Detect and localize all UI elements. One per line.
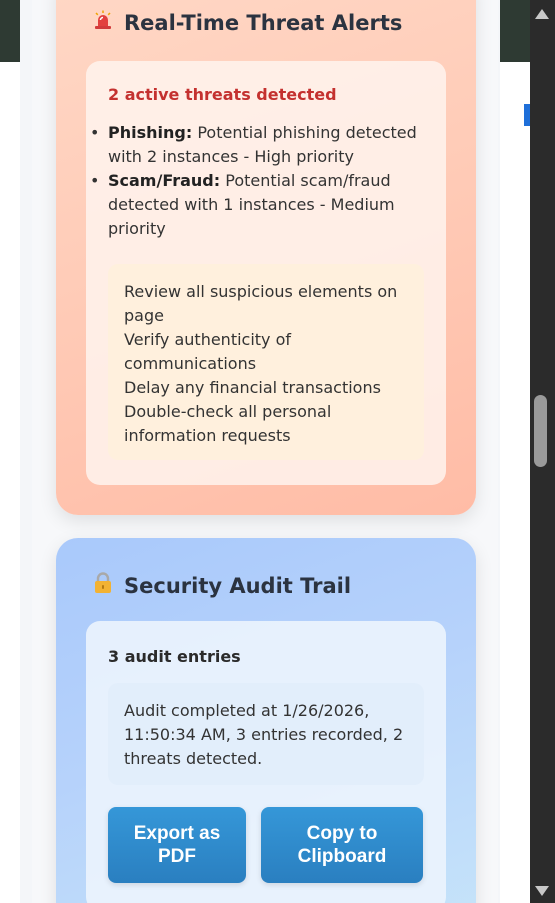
recommendation-item: Verify authenticity of communications xyxy=(124,330,292,373)
threat-item: • Phishing: Potential phishing detected … xyxy=(90,121,424,169)
audit-summary: Audit completed at 1/26/2026, 11:50:34 A… xyxy=(108,683,424,785)
threat-type: Scam/Fraud: xyxy=(108,171,221,190)
threat-item: • Scam/Fraud: Potential scam/fraud detec… xyxy=(90,169,424,241)
threat-list: • Phishing: Potential phishing detected … xyxy=(90,121,424,241)
recommendation-item: Delay any financial transactions xyxy=(124,378,381,397)
threat-count: 2 active threats detected xyxy=(108,85,337,104)
copy-clipboard-button[interactable]: Copy to Clipboard xyxy=(261,807,423,883)
recommendation-item: Review all suspicious elements on page xyxy=(124,282,398,325)
recommendations-box: Review all suspicious elements on page V… xyxy=(108,264,424,460)
lock-icon xyxy=(92,572,114,599)
audit-entry-count: 3 audit entries xyxy=(108,647,241,666)
bullet-icon: • xyxy=(90,171,100,190)
background-page-header xyxy=(500,0,530,62)
siren-icon xyxy=(92,10,114,35)
threat-type: Phishing: xyxy=(108,123,193,142)
threat-alerts-box: 2 active threats detected • Phishing: Po… xyxy=(86,61,446,485)
audit-box: 3 audit entries Audit completed at 1/26/… xyxy=(86,621,446,903)
threat-alerts-card: Real-Time Threat Alerts 2 active threats… xyxy=(56,0,476,515)
panel-content: Real-Time Threat Alerts 2 active threats… xyxy=(32,0,498,903)
background-page-right xyxy=(500,0,530,903)
scroll-up-arrow-icon[interactable] xyxy=(535,9,549,19)
scrollbar[interactable] xyxy=(530,0,555,903)
audit-trail-heading: Security Audit Trail xyxy=(92,572,351,599)
background-page-header xyxy=(0,0,20,62)
threat-alerts-heading: Real-Time Threat Alerts xyxy=(92,10,402,35)
background-page-left xyxy=(0,0,20,903)
bullet-icon: • xyxy=(90,123,100,142)
recommendation-item: Double-check all personal information re… xyxy=(124,402,332,445)
audit-trail-title: Security Audit Trail xyxy=(124,573,352,598)
scroll-down-arrow-icon[interactable] xyxy=(535,886,549,896)
threat-alerts-title: Real-Time Threat Alerts xyxy=(124,10,403,35)
export-pdf-button[interactable]: Export as PDF xyxy=(108,807,246,883)
scrollbar-thumb[interactable] xyxy=(534,395,547,467)
audit-trail-card: Security Audit Trail 3 audit entries Aud… xyxy=(56,538,476,903)
extension-panel: Real-Time Threat Alerts 2 active threats… xyxy=(20,0,500,903)
